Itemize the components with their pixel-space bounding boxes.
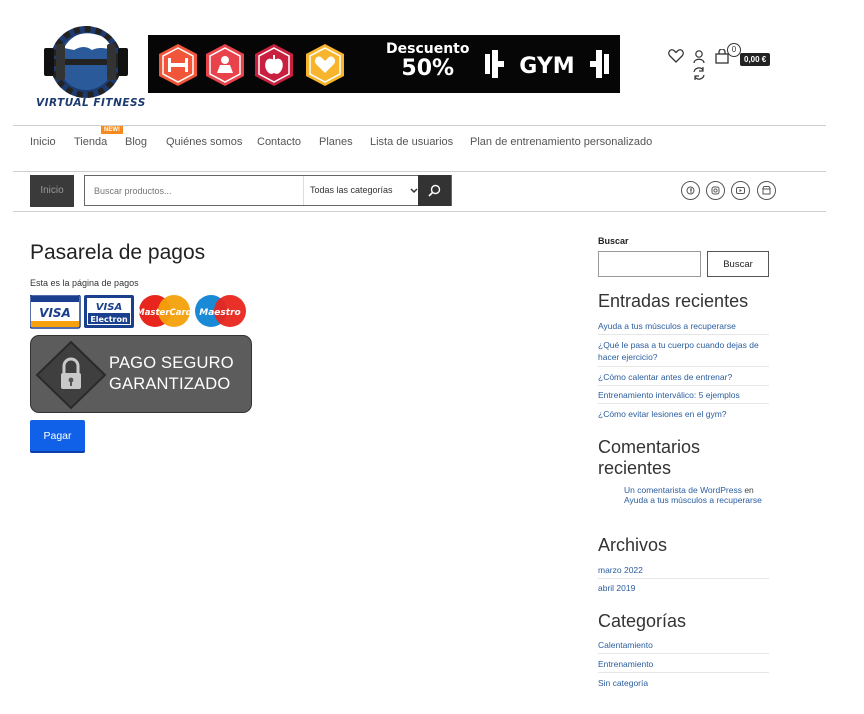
gym-brand-text: GYM: [519, 54, 574, 79]
compare-refresh-icon[interactable]: [692, 67, 706, 80]
visa-electron-card-icon: VISA Electron: [84, 295, 134, 328]
sidebar-search-button[interactable]: Buscar: [707, 251, 769, 277]
sidebar-separator: [598, 385, 769, 386]
recent-post-link[interactable]: ¿Cómo evitar lesiones en el gym?: [598, 408, 769, 420]
padlock-icon: [35, 340, 107, 410]
pay-button[interactable]: Pagar: [30, 420, 85, 451]
facebook-icon[interactable]: [681, 181, 700, 200]
comment-bubble-icon: [602, 488, 614, 501]
category-link[interactable]: Sin categoría: [598, 677, 648, 689]
home-button[interactable]: Inicio: [30, 175, 74, 207]
comment-connector: en: [744, 485, 754, 495]
categories-title: Categorías: [598, 611, 687, 631]
sidebar-separator: [598, 672, 769, 673]
nav-item-plan-personalizado[interactable]: Plan de entrenamiento personalizado: [470, 136, 652, 148]
nav-item-planes[interactable]: Planes: [319, 136, 353, 148]
secure-payment-badge: PAGO SEGURO GARANTIZADO: [30, 335, 252, 413]
page-title: Pasarela de pagos: [30, 241, 206, 264]
youtube-icon[interactable]: [731, 181, 750, 200]
logo-text: VIRTUAL FITNESS: [36, 97, 146, 109]
sidebar-separator: [598, 366, 769, 367]
visa-electron-sublabel: Electron: [90, 315, 128, 324]
sidebar-separator: [598, 578, 769, 579]
category-select[interactable]: Todas las categorías: [303, 176, 421, 205]
nav-item-blog[interactable]: Blog: [125, 136, 147, 148]
chevron-down-icon: [410, 188, 418, 194]
dumbbell-icon: [159, 44, 197, 86]
header-bottom-divider: [13, 211, 826, 212]
mastercard-card-icon: MasterCard: [136, 295, 193, 327]
nav-item-inicio[interactable]: Inicio: [30, 136, 56, 148]
nav-item-quienes-somos[interactable]: Quiénes somos: [166, 136, 242, 148]
recent-comments-title: Comentarios recientes: [598, 437, 701, 478]
payment-cards-icon: VISA VISA Electron MasterCard Maestro: [29, 294, 246, 329]
nav-top-divider: [13, 125, 826, 126]
nav-bottom-divider: [13, 171, 826, 172]
archive-link[interactable]: abril 2019: [598, 582, 635, 594]
recent-comment: Un comentarista de WordPress en Ayuda a …: [624, 485, 769, 505]
payment-cards: VISA VISA Electron MasterCard Maestro: [29, 294, 250, 334]
sidebar-search-label: Buscar: [598, 236, 629, 246]
sidebar-separator: [598, 334, 769, 335]
archive-link[interactable]: marzo 2022: [598, 564, 643, 576]
maestro-card-icon: Maestro: [195, 295, 246, 327]
category-select-value: Todas las categorías: [310, 185, 393, 195]
mastercard-label: MasterCard: [136, 308, 192, 318]
visa-electron-label: VISA: [96, 302, 122, 313]
scale-icon: [206, 44, 244, 86]
banner-discount-label: Descuento: [386, 41, 470, 57]
search-icon: [428, 184, 441, 197]
recent-post-link[interactable]: ¿Cómo calentar antes de entrenar?: [598, 371, 769, 383]
page-description: Esta es la página de pagos: [30, 278, 139, 288]
cart-count-badge: 0: [727, 43, 741, 57]
promo-banner[interactable]: Descuento 50% GYM: [148, 35, 620, 93]
secure-payment-line2: GARANTIZADO: [109, 375, 231, 393]
secure-payment-line1: PAGO SEGURO: [109, 354, 234, 372]
new-badge: NEW!: [101, 126, 123, 134]
recent-posts-title: Entradas recientes: [598, 291, 749, 311]
heart-icon: [306, 44, 344, 86]
user-icon[interactable]: [693, 50, 705, 64]
banner-discount: Descuento 50%: [386, 42, 470, 80]
category-link[interactable]: Calentamiento: [598, 639, 653, 651]
banner-discount-value: 50%: [401, 56, 455, 81]
product-search-input[interactable]: [85, 176, 311, 205]
sidebar-separator: [598, 403, 769, 404]
search-submit-button[interactable]: [418, 175, 451, 206]
wishlist-heart-icon[interactable]: [668, 49, 684, 63]
store-icon[interactable]: [757, 181, 776, 200]
cart-total[interactable]: 0,00 €: [740, 53, 771, 66]
nav-item-lista-usuarios[interactable]: Lista de usuarios: [370, 136, 453, 148]
nav-item-contacto[interactable]: Contacto: [257, 136, 301, 148]
apple-icon: [255, 44, 293, 86]
comment-author-link[interactable]: Un comentarista de WordPress: [624, 485, 742, 495]
visa-label: VISA: [39, 306, 71, 320]
maestro-label: Maestro: [199, 308, 240, 318]
logo-emblem-icon: [44, 26, 128, 98]
nav-item-tienda[interactable]: Tienda: [74, 136, 107, 148]
comment-post-link[interactable]: Ayuda a tus músculos a recuperarse: [624, 495, 762, 505]
category-link[interactable]: Entrenamiento: [598, 658, 653, 670]
sidebar-separator: [598, 653, 769, 654]
recent-post-link[interactable]: Entrenamiento interválico: 5 ejemplos: [598, 389, 769, 401]
recent-post-link[interactable]: ¿Qué le pasa a tu cuerpo cuando dejas de…: [598, 339, 769, 363]
archives-title: Archivos: [598, 535, 668, 555]
gym-brand-icon: GYM: [485, 50, 609, 79]
visa-card-icon: VISA: [29, 294, 81, 329]
instagram-icon[interactable]: [706, 181, 725, 200]
sidebar-search-input[interactable]: [598, 251, 701, 277]
product-search-form: Todas las categorías: [84, 175, 452, 206]
recent-post-link[interactable]: Ayuda a tus músculos a recuperarse: [598, 320, 769, 332]
